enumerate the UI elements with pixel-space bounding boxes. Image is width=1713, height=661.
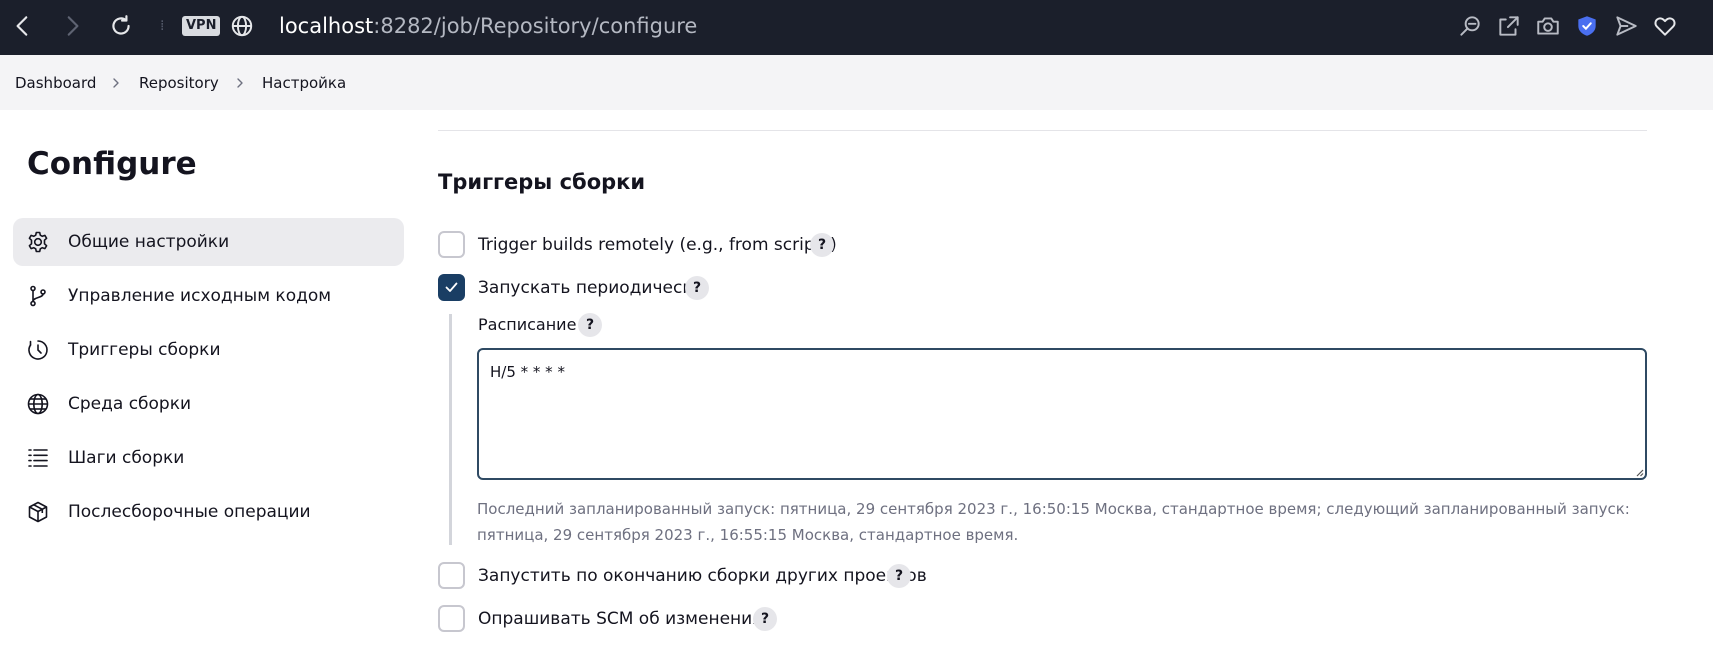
send-icon[interactable] [1613, 13, 1639, 39]
url-host: localhost [279, 14, 374, 38]
sidebar-item-post-build[interactable]: Послесборочные операции [13, 488, 404, 536]
schedule-input[interactable]: H/5 * * * * [477, 348, 1647, 480]
trigger-remote-label[interactable]: Trigger builds remotely (e.g., from scri… [478, 234, 837, 256]
list-icon [26, 446, 50, 470]
clock-icon [26, 338, 50, 362]
section-title: Триггеры сборки [438, 170, 646, 194]
browser-toolbar: ⁞ VPN localhost:8282/job/Repository/conf… [0, 0, 1713, 55]
breadcrumb-repository[interactable]: Repository [139, 73, 219, 93]
help-icon[interactable]: ? [810, 233, 834, 257]
section-divider [438, 130, 1647, 131]
sidebar-item-label: Послесборочные операции [68, 502, 311, 522]
schedule-label: Расписание [478, 315, 577, 334]
breadcrumb: Dashboard Repository Настройка [0, 55, 1713, 110]
help-icon[interactable]: ? [685, 276, 709, 300]
trigger-after-other-projects-checkbox[interactable] [438, 562, 465, 589]
trigger-poll-scm-checkbox[interactable] [438, 605, 465, 632]
address-bar[interactable]: localhost:8282/job/Repository/configure [279, 12, 697, 40]
trigger-remote-checkbox[interactable] [438, 231, 465, 258]
sidebar-item-build-steps[interactable]: Шаги сборки [13, 434, 404, 482]
breadcrumb-dashboard[interactable]: Dashboard [15, 73, 96, 93]
trigger-poll-scm-label[interactable]: Опрашивать SCM об изменениях [478, 608, 773, 630]
help-icon[interactable]: ? [578, 313, 602, 337]
sidebar-item-label: Общие настройки [68, 232, 230, 252]
gear-icon [26, 230, 50, 254]
help-icon[interactable]: ? [887, 564, 911, 588]
sidebar-item-label: Среда сборки [68, 394, 192, 414]
back-icon[interactable] [10, 13, 36, 39]
sidebar-item-label: Шаги сборки [68, 448, 185, 468]
schedule-hint: Последний запланированный запуск: пятниц… [477, 500, 1630, 544]
forward-icon[interactable] [59, 13, 85, 39]
reload-icon[interactable] [108, 13, 134, 39]
sidebar-item-build-environment[interactable]: Среда сборки [13, 380, 404, 428]
sidebar-item-label: Управление исходным кодом [68, 286, 332, 306]
resize-grip-icon[interactable] [1634, 467, 1644, 477]
trigger-periodic-checkbox[interactable] [438, 274, 465, 301]
branch-icon [26, 284, 50, 308]
camera-icon[interactable] [1535, 13, 1561, 39]
zoom-out-icon[interactable] [1457, 13, 1483, 39]
trigger-periodic-label[interactable]: Запускать периодически [478, 277, 704, 299]
sidebar-item-label: Триггеры сборки [68, 340, 221, 360]
nested-indent-bar [449, 314, 452, 545]
help-icon[interactable]: ? [753, 607, 777, 631]
heart-icon[interactable] [1652, 13, 1678, 39]
chevron-right-icon [234, 73, 246, 93]
package-icon [26, 500, 50, 524]
toolbar-separator: ⁞ [160, 18, 165, 34]
chevron-right-icon [110, 73, 122, 93]
shield-icon[interactable] [1574, 13, 1600, 39]
vpn-badge[interactable]: VPN [182, 16, 221, 36]
globe-icon[interactable] [229, 13, 255, 39]
share-icon[interactable] [1496, 13, 1522, 39]
sidebar-item-scm[interactable]: Управление исходным кодом [13, 272, 404, 320]
checkmark-icon [445, 282, 458, 292]
sidebar-item-general[interactable]: Общие настройки [13, 218, 404, 266]
breadcrumb-configure[interactable]: Настройка [262, 73, 346, 93]
trigger-after-other-projects-label[interactable]: Запустить по окончанию сборки других про… [478, 565, 927, 587]
url-path: :8282/job/Repository/configure [373, 14, 698, 38]
sidebar-item-build-triggers[interactable]: Триггеры сборки [13, 326, 404, 374]
page-title: Configure [27, 146, 197, 182]
globe-icon [26, 392, 50, 416]
